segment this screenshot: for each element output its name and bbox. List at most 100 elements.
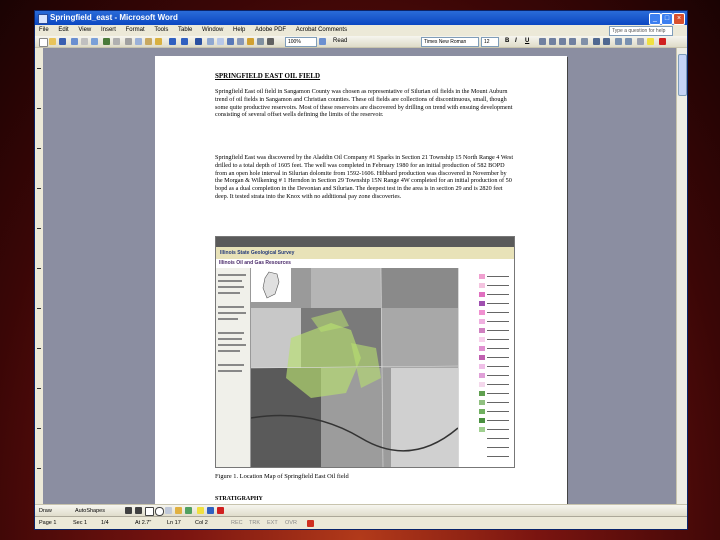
help-icon[interactable] [319,38,326,45]
status-ext[interactable]: EXT [267,517,278,529]
font-name-select[interactable]: Times New Roman [421,37,479,47]
status-ovr[interactable]: OVR [285,517,297,529]
menu-table[interactable]: Table [174,25,196,36]
layer-swatch [479,274,485,279]
textbox-tool-icon[interactable] [165,507,172,514]
scrollbar-thumb[interactable] [678,54,687,96]
open-folder-icon[interactable] [49,38,56,45]
redo-icon[interactable] [181,38,188,45]
map-field-patch [311,268,381,308]
align-center-icon[interactable] [549,38,556,45]
map-tool-row [218,318,238,320]
draw-font-color-icon[interactable] [217,507,224,514]
map-tool-row [218,286,244,288]
layer-swatch [479,355,485,360]
wordart-tool-icon[interactable] [175,507,182,514]
copy-icon[interactable] [135,38,142,45]
menu-insert[interactable]: Insert [97,25,120,36]
aerial-map-image [251,268,458,467]
fill-color-icon[interactable] [197,507,204,514]
bold-button[interactable]: B [505,37,509,45]
clipart-tool-icon[interactable] [185,507,192,514]
window-title: Springfield_east - Microsoft Word [50,13,178,22]
align-left-icon[interactable] [539,38,546,45]
highlight-icon[interactable] [647,38,654,45]
close-button[interactable]: × [673,13,685,25]
bullets-icon[interactable] [603,38,610,45]
menu-file[interactable]: File [35,25,53,36]
menu-tools[interactable]: Tools [150,25,172,36]
drawing-icon[interactable] [247,38,254,45]
show-hide-icon[interactable] [267,38,274,45]
menu-edit[interactable]: Edit [54,25,72,36]
layer-label-line [487,294,509,295]
cut-icon[interactable] [125,38,132,45]
print-icon[interactable] [81,38,88,45]
zoom-select[interactable]: 100% [285,37,317,47]
justify-icon[interactable] [569,38,576,45]
read-button[interactable]: Read [333,37,347,45]
align-right-icon[interactable] [559,38,566,45]
arrow-tool-icon[interactable] [135,507,142,514]
help-search-input[interactable]: Type a question for help [609,26,673,36]
map-field-patch [381,268,458,308]
standard-toolbar: 100% Read Times New Roman 12 B I U [35,36,687,48]
print-preview-icon[interactable] [91,38,98,45]
status-line: Ln 17 [167,520,181,526]
layer-swatch [479,283,485,288]
layer-label-line [487,312,509,313]
map-tool-row [218,274,246,276]
hyperlink-icon[interactable] [195,38,202,45]
insert-table-icon[interactable] [217,38,224,45]
vertical-scrollbar[interactable] [676,48,687,504]
increase-indent-icon[interactable] [625,38,632,45]
research-icon[interactable] [113,38,120,45]
status-page: Page 1 [39,520,57,526]
insert-excel-icon[interactable] [227,38,234,45]
font-size-select[interactable]: 12 [481,37,499,47]
rectangle-tool-icon[interactable] [145,507,154,516]
new-document-icon[interactable] [39,38,48,47]
undo-icon[interactable] [169,38,176,45]
spelling-icon[interactable] [103,38,110,45]
layer-label-line [487,411,509,412]
menu-window[interactable]: Window [198,25,227,36]
tables-borders-icon[interactable] [207,38,214,45]
status-bar: Page 1 Sec 1 1/4 At 2.7" Ln 17 Col 2 REC… [35,516,687,529]
layer-label-line [487,456,509,457]
status-trk[interactable]: TRK [249,517,260,529]
font-color-icon[interactable] [659,38,666,45]
maximize-button[interactable]: □ [661,13,673,25]
spelling-status-icon[interactable] [307,520,314,527]
save-icon[interactable] [59,38,66,45]
ruler-tick [37,428,41,429]
layer-label-line [487,321,509,322]
line-spacing-icon[interactable] [581,38,588,45]
layer-label-line [487,375,509,376]
line-tool-icon[interactable] [125,507,132,514]
menu-adobe-pdf[interactable]: Adobe PDF [251,25,290,36]
menu-acrobat-comments[interactable]: Acrobat Comments [292,25,351,36]
layer-swatch [479,427,485,432]
borders-icon[interactable] [637,38,644,45]
format-painter-icon[interactable] [155,38,162,45]
permission-icon[interactable] [71,38,78,45]
line-color-icon[interactable] [207,507,214,514]
menu-view[interactable]: View [74,25,95,36]
minimize-button[interactable]: _ [649,13,661,25]
oval-tool-icon[interactable] [155,507,164,516]
menu-help[interactable]: Help [229,25,249,36]
columns-icon[interactable] [237,38,244,45]
underline-button[interactable]: U [525,37,529,45]
decrease-indent-icon[interactable] [615,38,622,45]
numbering-icon[interactable] [593,38,600,45]
italic-button[interactable]: I [515,37,517,45]
paste-icon[interactable] [145,38,152,45]
status-rec[interactable]: REC [231,517,243,529]
layer-swatch [479,391,485,396]
menu-format[interactable]: Format [122,25,149,36]
layer-label-line [487,438,509,439]
document-page[interactable]: SPRINGFIELD EAST OIL FIELD Springfield E… [155,56,567,504]
map-tool-row [218,350,240,352]
document-map-icon[interactable] [257,38,264,45]
